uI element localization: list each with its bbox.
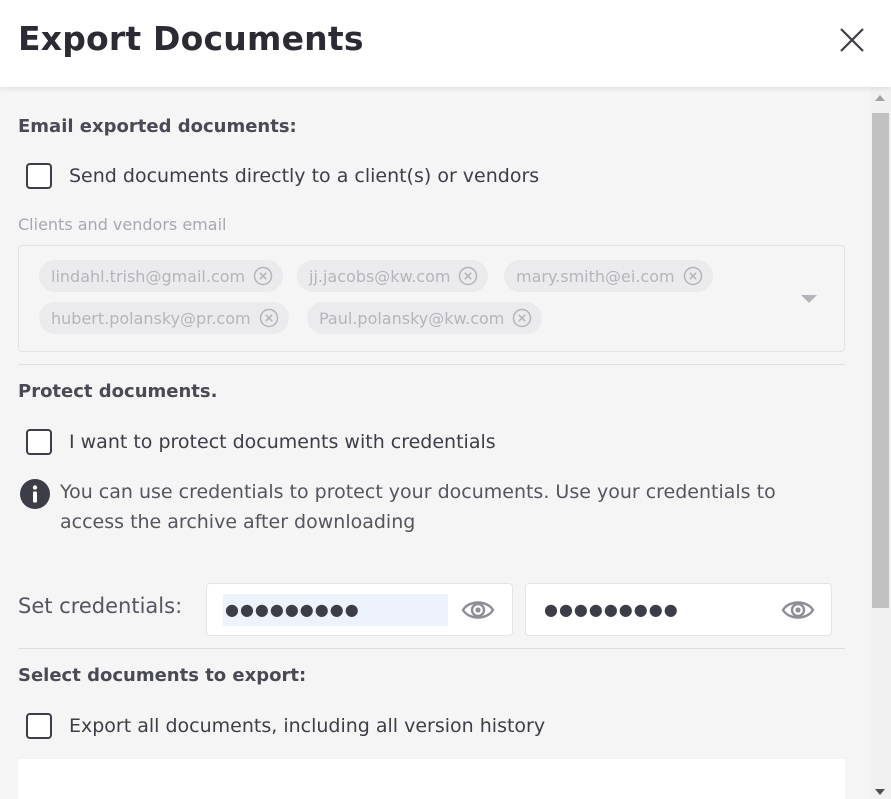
remove-chip-icon[interactable] <box>458 266 478 286</box>
dialog-header: Export Documents <box>0 0 891 87</box>
export-all-checkbox[interactable] <box>26 713 52 739</box>
scroll-up-arrow-icon[interactable] <box>875 95 885 101</box>
set-credentials-label: Set credentials: <box>18 594 183 618</box>
protect-credentials-checkbox[interactable] <box>26 429 52 455</box>
dialog-body: Email exported documents: Send documents… <box>0 87 870 799</box>
send-to-clients-row[interactable]: Send documents directly to a client(s) o… <box>26 163 539 189</box>
eye-icon[interactable] <box>781 597 815 623</box>
clients-email-select[interactable]: lindahl.trish@gmail.com jj.jacobs@kw.com… <box>18 245 845 352</box>
send-to-clients-checkbox[interactable] <box>26 163 52 189</box>
export-all-row[interactable]: Export all documents, including all vers… <box>26 713 545 739</box>
dialog-title: Export Documents <box>18 19 364 58</box>
remove-chip-icon[interactable] <box>683 266 703 286</box>
email-chip: mary.smith@ei.com <box>504 260 713 292</box>
email-chip: hubert.polansky@pr.com <box>39 302 289 334</box>
email-section-title: Email exported documents: <box>18 116 297 137</box>
email-chip: Paul.polansky@kw.com <box>307 302 543 334</box>
email-chip-label: Paul.polansky@kw.com <box>319 308 505 328</box>
email-chip-label: lindahl.trish@gmail.com <box>51 266 246 286</box>
credentials-info-text: You can use credentials to protect your … <box>60 481 776 533</box>
export-all-label: Export all documents, including all vers… <box>69 715 546 737</box>
scroll-down-arrow-icon[interactable] <box>875 789 885 795</box>
email-chip: jj.jacobs@kw.com <box>297 260 489 292</box>
select-section-title: Select documents to export: <box>18 665 307 686</box>
remove-chip-icon[interactable] <box>512 308 532 328</box>
remove-chip-icon[interactable] <box>253 266 273 286</box>
email-chip-label: jj.jacobs@kw.com <box>309 266 451 286</box>
info-icon <box>20 479 50 509</box>
email-chip-label: mary.smith@ei.com <box>516 266 675 286</box>
section-divider <box>18 364 845 365</box>
section-divider <box>18 648 845 649</box>
documents-list-panel <box>18 759 845 799</box>
close-icon[interactable] <box>836 24 868 56</box>
email-chip-label: hubert.polansky@pr.com <box>51 308 251 328</box>
eye-icon[interactable] <box>461 597 495 623</box>
clients-email-label: Clients and vendors email <box>18 215 227 234</box>
credential-value-1[interactable]: ●●●●●●●●● <box>223 594 448 626</box>
send-to-clients-label: Send documents directly to a client(s) o… <box>69 165 540 187</box>
credential-field-1[interactable]: ●●●●●●●●● <box>206 583 513 636</box>
protect-credentials-row[interactable]: I want to protect documents with credent… <box>26 429 496 455</box>
email-chip: lindahl.trish@gmail.com <box>39 260 284 292</box>
protect-credentials-label: I want to protect documents with credent… <box>69 431 496 453</box>
credential-value-2[interactable]: ●●●●●●●●● <box>542 594 679 626</box>
chevron-down-icon[interactable] <box>800 294 818 304</box>
protect-section-title: Protect documents. <box>18 381 218 402</box>
credential-field-2[interactable]: ●●●●●●●●● <box>525 583 832 636</box>
scrollbar-thumb[interactable] <box>872 113 889 608</box>
vertical-scrollbar[interactable] <box>870 87 891 799</box>
remove-chip-icon[interactable] <box>259 308 279 328</box>
